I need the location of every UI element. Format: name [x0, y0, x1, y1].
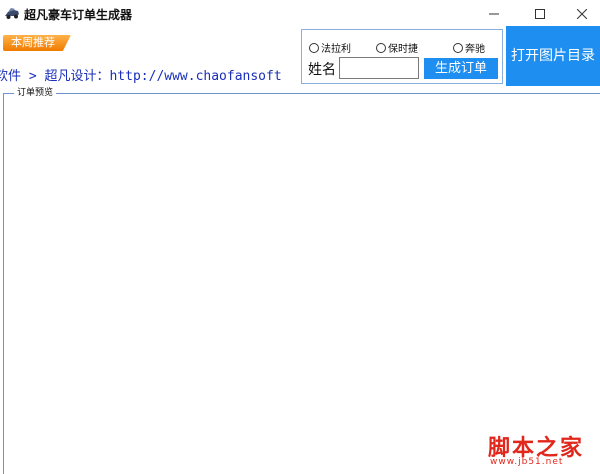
minimize-button[interactable]	[472, 0, 516, 28]
order-preview-panel: 订单预览	[3, 87, 600, 474]
radio-car-3[interactable]: 奔驰	[453, 40, 485, 55]
radio-label: 保时捷	[388, 44, 418, 55]
close-button[interactable]	[560, 0, 600, 28]
name-input[interactable]	[339, 57, 419, 79]
car-icon	[4, 5, 20, 21]
watermark: 脚本之家 www.jb51.net	[488, 430, 592, 470]
radio-label: 奔驰	[465, 44, 485, 55]
weekly-recommend-badge[interactable]: 本周推荐	[3, 35, 71, 51]
radio-circle-icon	[309, 42, 319, 53]
radio-car-1[interactable]: 法拉利	[309, 40, 351, 55]
options-group: 法拉利 保时捷 奔驰 姓名 生成订单	[301, 29, 503, 84]
radio-circle-icon	[376, 42, 386, 53]
maximize-button[interactable]	[518, 0, 562, 28]
radio-car-2[interactable]: 保时捷	[376, 40, 418, 55]
minimize-icon	[489, 13, 499, 15]
maximize-icon	[535, 9, 545, 19]
watermark-sub: www.jb51.net	[490, 457, 564, 467]
marquee-text: 软件 > 超凡设计：http://www.chaofansoft	[0, 69, 282, 83]
name-label: 姓名	[308, 62, 336, 78]
preview-legend: 订单预览	[14, 87, 57, 99]
radio-circle-icon	[453, 42, 463, 53]
close-icon	[577, 9, 587, 19]
marquee-link[interactable]: 软件 > 超凡设计：http://www.chaofansoft	[0, 65, 296, 83]
title-bar: 超凡豪车订单生成器	[0, 0, 600, 28]
radio-label: 法拉利	[321, 44, 351, 55]
open-image-folder-button[interactable]: 打开图片目录	[506, 26, 600, 86]
window-title: 超凡豪车订单生成器	[24, 8, 133, 22]
generate-order-button[interactable]: 生成订单	[424, 58, 498, 79]
